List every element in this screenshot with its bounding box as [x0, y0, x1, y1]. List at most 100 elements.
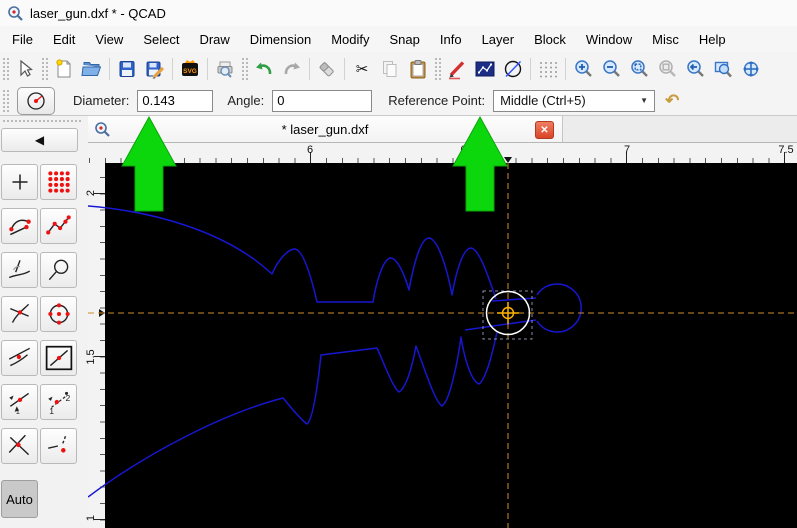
- zoom-auto-button[interactable]: [625, 56, 653, 82]
- toolbar-handle[interactable]: [2, 57, 9, 81]
- snap-point-marker: [497, 302, 519, 324]
- save-floppy-icon: [119, 61, 135, 77]
- menu-edit[interactable]: Edit: [43, 29, 85, 50]
- svg-text:2: 2: [65, 393, 70, 403]
- snap-middle-button[interactable]: [40, 340, 77, 376]
- ruler-tick-label: 7: [623, 144, 631, 156]
- toolbar-handle[interactable]: [241, 57, 248, 81]
- toolbar-separator: [207, 58, 208, 80]
- document-tab[interactable]: * laser_gun.dxf ✕: [88, 116, 563, 142]
- paste-button[interactable]: [404, 56, 432, 82]
- save-button[interactable]: [113, 56, 141, 82]
- svg-text:SVG: SVG: [183, 68, 197, 75]
- drawing-layer: [88, 163, 797, 528]
- snap-distance-button[interactable]: 1: [1, 384, 38, 420]
- snap-intersection-manual-button[interactable]: [40, 428, 77, 464]
- open-folder-icon: [81, 62, 102, 76]
- zoom-previous-button[interactable]: [653, 56, 681, 82]
- snap-tangential-icon: [48, 259, 68, 281]
- diameter-label: Diameter:: [73, 93, 130, 108]
- toolbar-handle[interactable]: [434, 57, 441, 81]
- snap-free-button[interactable]: [1, 164, 38, 200]
- grid-toggle-button[interactable]: [534, 56, 562, 82]
- svg-text:1: 1: [49, 406, 54, 416]
- redo-button[interactable]: [278, 56, 306, 82]
- zoom-in-icon: [575, 60, 592, 77]
- menu-help[interactable]: Help: [689, 29, 736, 50]
- print-preview-button[interactable]: [211, 56, 239, 82]
- pan-button[interactable]: [737, 56, 765, 82]
- snap-distance-manual-button[interactable]: [1, 340, 38, 376]
- toolbar-handle[interactable]: [2, 119, 82, 124]
- menu-window[interactable]: Window: [576, 29, 642, 50]
- new-document-button[interactable]: [50, 56, 78, 82]
- cut-button[interactable]: ✂: [348, 56, 376, 82]
- toolbar-handle[interactable]: [41, 57, 48, 81]
- window-title: laser_gun.dxf * - QCAD: [30, 5, 166, 21]
- grid-dots-icon: [540, 62, 557, 78]
- menu-draw[interactable]: Draw: [189, 29, 239, 50]
- menu-misc[interactable]: Misc: [642, 29, 689, 50]
- angle-input[interactable]: [272, 89, 373, 112]
- save-as-button[interactable]: [141, 56, 169, 82]
- crosshair-lines: [88, 163, 797, 528]
- snap-center-button[interactable]: [40, 296, 77, 332]
- back-button[interactable]: ◀: [1, 128, 78, 152]
- snap-auto-button[interactable]: Auto: [1, 480, 38, 518]
- zoom-window-button[interactable]: [709, 56, 737, 82]
- snap-on-entity-icon: [45, 215, 71, 235]
- eraser-icon: [319, 62, 334, 77]
- diameter-input[interactable]: [137, 89, 214, 112]
- laser-gun-outline[interactable]: [88, 205, 582, 498]
- select-tool-button[interactable]: [11, 56, 39, 82]
- menu-file[interactable]: File: [2, 29, 43, 50]
- snap-free-icon: [11, 174, 28, 190]
- pan-arrows-icon: [743, 61, 759, 77]
- eraser-button[interactable]: [313, 56, 341, 82]
- qcad-logo-icon: [8, 6, 23, 21]
- reset-tool-button[interactable]: ↶: [665, 91, 679, 111]
- menu-view[interactable]: View: [85, 29, 133, 50]
- snap-perpendicular-button[interactable]: [1, 252, 38, 288]
- menu-block[interactable]: Block: [524, 29, 576, 50]
- open-file-button[interactable]: [78, 56, 106, 82]
- snap-on-entity-button[interactable]: [40, 208, 77, 244]
- snap-intersection-button[interactable]: [1, 428, 38, 464]
- draw-pencil-button[interactable]: [443, 56, 471, 82]
- menu-snap[interactable]: Snap: [380, 29, 430, 50]
- circle-diameter-tool-button[interactable]: [17, 86, 55, 115]
- zoom-in-button[interactable]: [569, 56, 597, 82]
- snap-reference-icon: [9, 303, 29, 323]
- tab-title: * laser_gun.dxf: [281, 121, 369, 137]
- toolbar-separator: [109, 58, 110, 80]
- main-toolbar: SVG ✂: [0, 52, 797, 86]
- copy-button[interactable]: [376, 56, 404, 82]
- toolbar-separator: [565, 58, 566, 80]
- reference-point-value: Middle (Ctrl+5): [500, 93, 586, 108]
- reference-point-dropdown[interactable]: Middle (Ctrl+5) ▼: [493, 89, 656, 112]
- menu-dimension[interactable]: Dimension: [240, 29, 321, 50]
- zoom-back-icon: [687, 60, 704, 77]
- svg-export-button[interactable]: SVG: [176, 56, 204, 82]
- polyline-tool-button[interactable]: [471, 56, 499, 82]
- undo-button[interactable]: [250, 56, 278, 82]
- snap-tangential-button[interactable]: [40, 252, 77, 288]
- ellipse-diagonal-icon: [504, 60, 522, 78]
- menu-select[interactable]: Select: [133, 29, 189, 50]
- snap-coordinate-button[interactable]: 1 2: [40, 384, 77, 420]
- toolbar-handle[interactable]: [2, 88, 9, 113]
- ellipse-tool-button[interactable]: [499, 56, 527, 82]
- snap-reference-button[interactable]: [1, 296, 38, 332]
- zoom-back-button[interactable]: [681, 56, 709, 82]
- snap-tool-grid: 1 1 2: [1, 164, 88, 464]
- menu-modify[interactable]: Modify: [321, 29, 379, 50]
- snap-grid-button[interactable]: [40, 164, 77, 200]
- zoom-out-button[interactable]: [597, 56, 625, 82]
- angle-label: Angle:: [227, 93, 265, 108]
- snap-endpoints-button[interactable]: [1, 208, 38, 244]
- svg-text:1: 1: [15, 407, 19, 416]
- menu-info[interactable]: Info: [430, 29, 472, 50]
- menu-layer[interactable]: Layer: [472, 29, 525, 50]
- tab-close-button[interactable]: ✕: [535, 121, 554, 139]
- snap-grid-icon: [47, 171, 70, 193]
